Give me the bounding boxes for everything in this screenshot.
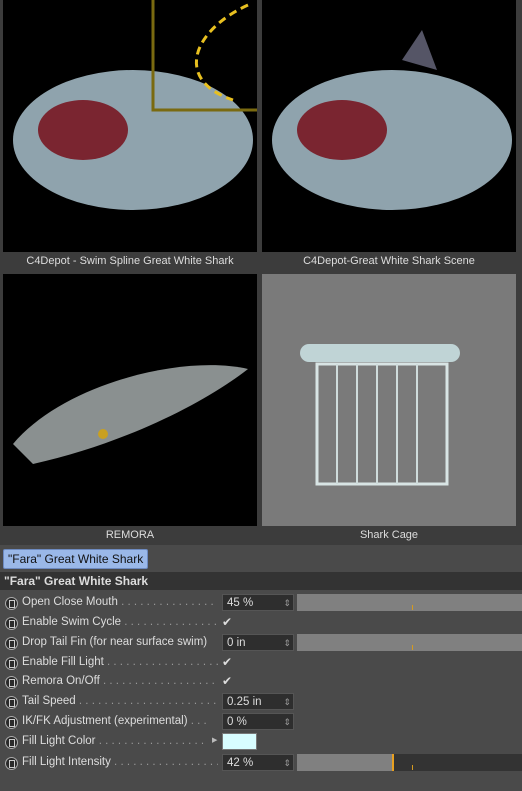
thumbnail-caption: Shark Cage (359, 529, 419, 541)
shark-image (262, 0, 516, 252)
thumbnail-swim-spline-shark[interactable]: C4Depot - Swim Spline Great White Shark (3, 0, 257, 267)
thumbnail-caption: REMORA (105, 529, 155, 541)
param-drop-tail-fin: Drop Tail Fin (for near surface swim) 0 … (0, 634, 522, 653)
thumbnail-shark-cage[interactable]: Shark Cage (262, 274, 516, 541)
open-close-mouth-field[interactable]: 45 % (222, 594, 294, 612)
param-label: Remora On/Off . . . . . . . . . . . . . … (22, 675, 218, 687)
drop-tail-fin-field[interactable]: 0 in (222, 634, 294, 652)
param-label: Enable Fill Light . . . . . . . . . . . … (22, 656, 218, 668)
ik-fk-field[interactable]: 0 % (222, 713, 294, 731)
enable-fill-light-checkbox[interactable]: ✔ (222, 655, 234, 669)
enable-swim-cycle-checkbox[interactable]: ✔ (222, 615, 234, 629)
remora-image (3, 274, 257, 526)
fill-light-intensity-field[interactable]: 42 % (222, 754, 294, 772)
animate-icon[interactable] (5, 757, 18, 770)
open-close-mouth-slider[interactable] (297, 594, 522, 611)
param-label: Drop Tail Fin (for near surface swim) (22, 636, 208, 648)
cage-image (262, 274, 516, 526)
animate-icon[interactable] (5, 716, 18, 729)
fill-light-color-swatch[interactable] (222, 733, 257, 750)
thumbnail-remora[interactable]: REMORA (3, 274, 257, 541)
section-title: "Fara" Great White Shark (0, 572, 522, 590)
param-label: Open Close Mouth . . . . . . . . . . . .… (22, 596, 218, 608)
animate-icon[interactable] (5, 597, 18, 610)
param-ik-fk-adjustment: IK/FK Adjustment (experimental) . . . 0 … (0, 713, 522, 732)
param-enable-fill-light: Enable Fill Light . . . . . . . . . . . … (0, 654, 522, 673)
animate-icon[interactable] (5, 676, 18, 689)
drop-tail-fin-slider[interactable] (297, 634, 522, 651)
animate-icon[interactable] (5, 637, 18, 650)
param-fill-light-intensity: Fill Light Intensity . . . . . . . . . .… (0, 754, 522, 773)
param-remora-on-off: Remora On/Off . . . . . . . . . . . . . … (0, 673, 522, 692)
param-fill-light-color: Fill Light Color . . . . . . . . . . . .… (0, 733, 522, 752)
animate-icon[interactable] (5, 657, 18, 670)
param-tail-speed: Tail Speed . . . . . . . . . . . . . . .… (0, 693, 522, 712)
param-label: Tail Speed . . . . . . . . . . . . . . .… (22, 695, 218, 707)
tab-fara-great-white-shark[interactable]: "Fara" Great White Shark (3, 549, 149, 569)
remora-checkbox[interactable]: ✔ (222, 674, 234, 688)
fill-light-intensity-slider[interactable] (297, 754, 522, 771)
preset-grid: C4Depot - Swim Spline Great White Shark … (0, 0, 522, 545)
animate-icon[interactable] (5, 617, 18, 630)
thumbnail-shark-scene[interactable]: C4Depot-Great White Shark Scene (262, 0, 516, 267)
animate-icon[interactable] (5, 736, 18, 749)
shark-image (3, 0, 257, 252)
animate-icon[interactable] (5, 696, 18, 709)
thumbnail-caption: C4Depot - Swim Spline Great White Shark (26, 255, 234, 267)
param-open-close-mouth: Open Close Mouth . . . . . . . . . . . .… (0, 594, 522, 613)
param-label: Fill Light Intensity . . . . . . . . . .… (22, 756, 218, 768)
param-label: Enable Swim Cycle . . . . . . . . . . . … (22, 616, 218, 628)
thumbnail-caption: C4Depot-Great White Shark Scene (303, 255, 475, 267)
tail-speed-field[interactable]: 0.25 in (222, 693, 294, 711)
expand-triangle-icon[interactable]: ▶ (212, 736, 217, 744)
param-label: IK/FK Adjustment (experimental) . . . (22, 715, 207, 727)
param-enable-swim-cycle: Enable Swim Cycle . . . . . . . . . . . … (0, 614, 522, 633)
param-label: Fill Light Color . . . . . . . . . . . .… (22, 735, 208, 747)
